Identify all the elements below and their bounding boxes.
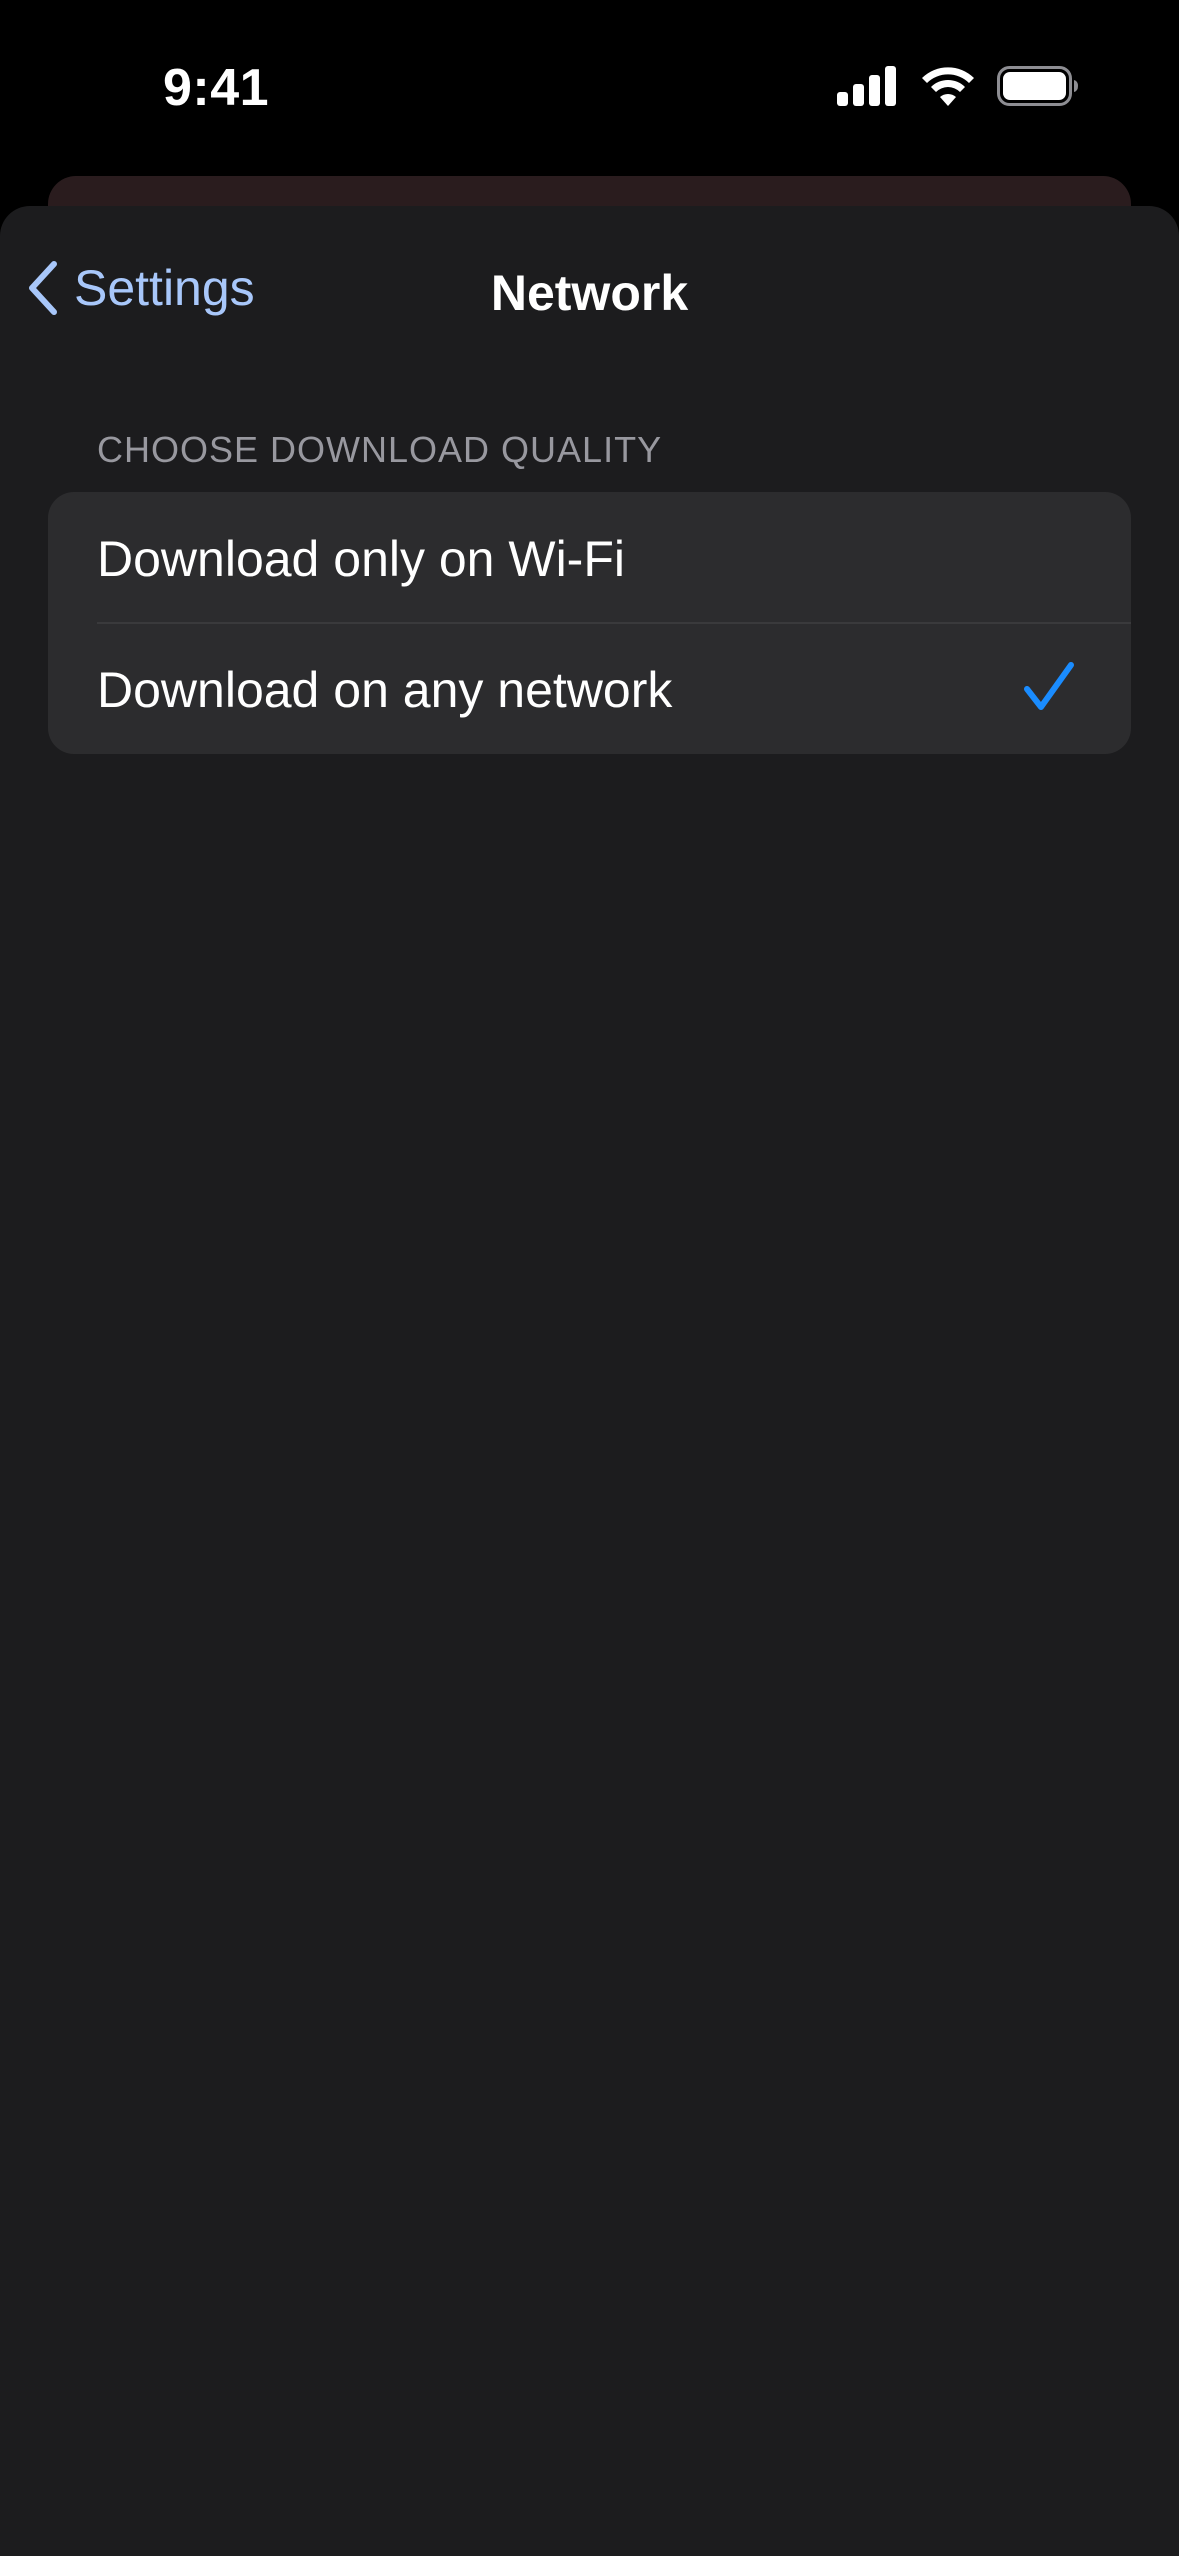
download-quality-options: Download only on Wi-Fi Download on any n… xyxy=(48,492,1131,754)
settings-sheet: Settings Network CHOOSE DOWNLOAD QUALITY… xyxy=(0,206,1179,2556)
cellular-signal-icon xyxy=(837,66,896,106)
status-time: 9:41 xyxy=(163,59,270,117)
section-header: CHOOSE DOWNLOAD QUALITY xyxy=(97,429,663,470)
screen: 9:41 Settings Network CHOOSE DOWNLOAD QU… xyxy=(0,0,1179,2556)
battery-icon xyxy=(997,66,1078,106)
option-any-network[interactable]: Download on any network xyxy=(48,623,1131,754)
page-title: Network xyxy=(490,265,689,321)
option-label: Download on any network xyxy=(97,662,673,718)
nav-bar: Settings Network xyxy=(0,206,1179,376)
wifi-icon xyxy=(922,67,974,106)
option-wifi-only[interactable]: Download only on Wi-Fi xyxy=(48,492,1131,624)
option-label: Download only on Wi-Fi xyxy=(97,531,625,587)
status-icons xyxy=(837,66,1079,106)
checkmark-icon xyxy=(1024,662,1074,710)
